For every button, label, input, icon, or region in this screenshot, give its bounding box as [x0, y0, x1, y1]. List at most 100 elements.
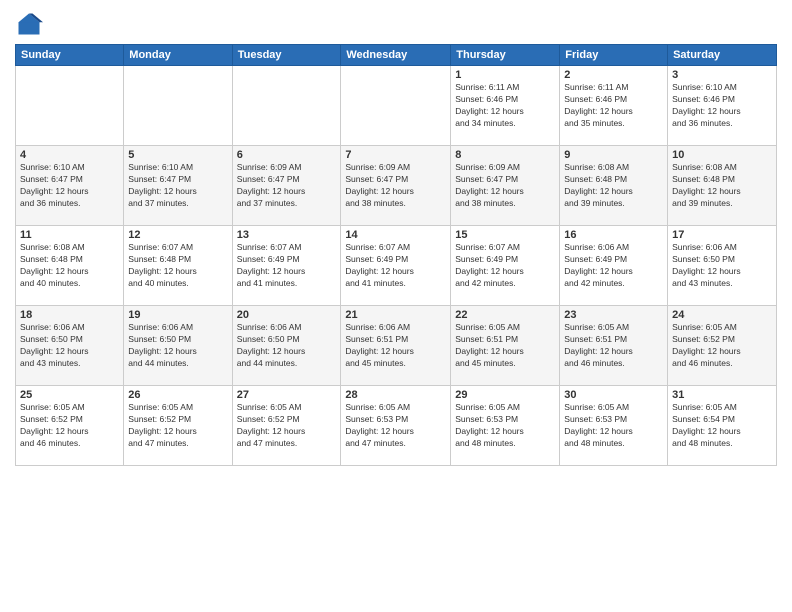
day-number: 12	[128, 229, 227, 241]
day-info: Sunrise: 6:07 AM Sunset: 6:48 PM Dayligh…	[128, 242, 227, 290]
day-info: Sunrise: 6:07 AM Sunset: 6:49 PM Dayligh…	[345, 242, 446, 290]
day-info: Sunrise: 6:09 AM Sunset: 6:47 PM Dayligh…	[455, 162, 555, 210]
day-cell: 2Sunrise: 6:11 AM Sunset: 6:46 PM Daylig…	[560, 66, 668, 146]
day-cell: 14Sunrise: 6:07 AM Sunset: 6:49 PM Dayli…	[341, 226, 451, 306]
day-number: 6	[237, 149, 337, 161]
day-cell: 20Sunrise: 6:06 AM Sunset: 6:50 PM Dayli…	[232, 306, 341, 386]
day-number: 17	[672, 229, 772, 241]
day-cell: 25Sunrise: 6:05 AM Sunset: 6:52 PM Dayli…	[16, 386, 124, 466]
day-cell: 5Sunrise: 6:10 AM Sunset: 6:47 PM Daylig…	[124, 146, 232, 226]
day-cell: 24Sunrise: 6:05 AM Sunset: 6:52 PM Dayli…	[668, 306, 777, 386]
week-row-1: 1Sunrise: 6:11 AM Sunset: 6:46 PM Daylig…	[16, 66, 777, 146]
day-cell	[341, 66, 451, 146]
day-info: Sunrise: 6:11 AM Sunset: 6:46 PM Dayligh…	[455, 82, 555, 130]
day-number: 10	[672, 149, 772, 161]
day-cell: 9Sunrise: 6:08 AM Sunset: 6:48 PM Daylig…	[560, 146, 668, 226]
day-info: Sunrise: 6:08 AM Sunset: 6:48 PM Dayligh…	[564, 162, 663, 210]
day-number: 21	[345, 309, 446, 321]
day-number: 24	[672, 309, 772, 321]
logo	[15, 10, 47, 38]
day-number: 22	[455, 309, 555, 321]
day-cell: 3Sunrise: 6:10 AM Sunset: 6:46 PM Daylig…	[668, 66, 777, 146]
day-info: Sunrise: 6:05 AM Sunset: 6:52 PM Dayligh…	[20, 402, 119, 450]
day-cell: 29Sunrise: 6:05 AM Sunset: 6:53 PM Dayli…	[451, 386, 560, 466]
week-row-3: 11Sunrise: 6:08 AM Sunset: 6:48 PM Dayli…	[16, 226, 777, 306]
calendar-table: SundayMondayTuesdayWednesdayThursdayFrid…	[15, 44, 777, 466]
day-number: 29	[455, 389, 555, 401]
day-info: Sunrise: 6:11 AM Sunset: 6:46 PM Dayligh…	[564, 82, 663, 130]
day-cell: 10Sunrise: 6:08 AM Sunset: 6:48 PM Dayli…	[668, 146, 777, 226]
weekday-header-sunday: Sunday	[16, 45, 124, 66]
day-number: 5	[128, 149, 227, 161]
day-number: 27	[237, 389, 337, 401]
day-number: 26	[128, 389, 227, 401]
header	[15, 10, 777, 38]
day-info: Sunrise: 6:05 AM Sunset: 6:53 PM Dayligh…	[455, 402, 555, 450]
weekday-header-saturday: Saturday	[668, 45, 777, 66]
day-cell: 7Sunrise: 6:09 AM Sunset: 6:47 PM Daylig…	[341, 146, 451, 226]
day-info: Sunrise: 6:06 AM Sunset: 6:51 PM Dayligh…	[345, 322, 446, 370]
week-row-4: 18Sunrise: 6:06 AM Sunset: 6:50 PM Dayli…	[16, 306, 777, 386]
day-cell	[232, 66, 341, 146]
day-cell: 21Sunrise: 6:06 AM Sunset: 6:51 PM Dayli…	[341, 306, 451, 386]
day-number: 23	[564, 309, 663, 321]
day-info: Sunrise: 6:10 AM Sunset: 6:47 PM Dayligh…	[20, 162, 119, 210]
day-cell: 4Sunrise: 6:10 AM Sunset: 6:47 PM Daylig…	[16, 146, 124, 226]
weekday-header-tuesday: Tuesday	[232, 45, 341, 66]
weekday-header-thursday: Thursday	[451, 45, 560, 66]
day-cell: 26Sunrise: 6:05 AM Sunset: 6:52 PM Dayli…	[124, 386, 232, 466]
day-cell: 11Sunrise: 6:08 AM Sunset: 6:48 PM Dayli…	[16, 226, 124, 306]
day-info: Sunrise: 6:10 AM Sunset: 6:47 PM Dayligh…	[128, 162, 227, 210]
day-info: Sunrise: 6:08 AM Sunset: 6:48 PM Dayligh…	[20, 242, 119, 290]
day-number: 15	[455, 229, 555, 241]
weekday-header-friday: Friday	[560, 45, 668, 66]
day-info: Sunrise: 6:06 AM Sunset: 6:50 PM Dayligh…	[128, 322, 227, 370]
day-cell: 23Sunrise: 6:05 AM Sunset: 6:51 PM Dayli…	[560, 306, 668, 386]
day-cell: 17Sunrise: 6:06 AM Sunset: 6:50 PM Dayli…	[668, 226, 777, 306]
day-number: 25	[20, 389, 119, 401]
day-cell	[124, 66, 232, 146]
day-cell: 31Sunrise: 6:05 AM Sunset: 6:54 PM Dayli…	[668, 386, 777, 466]
day-info: Sunrise: 6:06 AM Sunset: 6:50 PM Dayligh…	[672, 242, 772, 290]
day-cell: 28Sunrise: 6:05 AM Sunset: 6:53 PM Dayli…	[341, 386, 451, 466]
day-cell: 15Sunrise: 6:07 AM Sunset: 6:49 PM Dayli…	[451, 226, 560, 306]
day-number: 28	[345, 389, 446, 401]
day-cell: 8Sunrise: 6:09 AM Sunset: 6:47 PM Daylig…	[451, 146, 560, 226]
day-info: Sunrise: 6:09 AM Sunset: 6:47 PM Dayligh…	[237, 162, 337, 210]
day-cell: 27Sunrise: 6:05 AM Sunset: 6:52 PM Dayli…	[232, 386, 341, 466]
day-info: Sunrise: 6:05 AM Sunset: 6:52 PM Dayligh…	[128, 402, 227, 450]
day-info: Sunrise: 6:07 AM Sunset: 6:49 PM Dayligh…	[237, 242, 337, 290]
day-cell: 19Sunrise: 6:06 AM Sunset: 6:50 PM Dayli…	[124, 306, 232, 386]
day-info: Sunrise: 6:05 AM Sunset: 6:54 PM Dayligh…	[672, 402, 772, 450]
day-cell	[16, 66, 124, 146]
day-number: 11	[20, 229, 119, 241]
day-number: 20	[237, 309, 337, 321]
day-info: Sunrise: 6:05 AM Sunset: 6:51 PM Dayligh…	[455, 322, 555, 370]
day-number: 18	[20, 309, 119, 321]
day-number: 4	[20, 149, 119, 161]
day-cell: 1Sunrise: 6:11 AM Sunset: 6:46 PM Daylig…	[451, 66, 560, 146]
day-number: 9	[564, 149, 663, 161]
day-info: Sunrise: 6:10 AM Sunset: 6:46 PM Dayligh…	[672, 82, 772, 130]
page: SundayMondayTuesdayWednesdayThursdayFrid…	[0, 0, 792, 612]
day-info: Sunrise: 6:05 AM Sunset: 6:53 PM Dayligh…	[564, 402, 663, 450]
day-number: 2	[564, 69, 663, 81]
day-number: 3	[672, 69, 772, 81]
day-info: Sunrise: 6:09 AM Sunset: 6:47 PM Dayligh…	[345, 162, 446, 210]
day-info: Sunrise: 6:05 AM Sunset: 6:52 PM Dayligh…	[237, 402, 337, 450]
day-cell: 30Sunrise: 6:05 AM Sunset: 6:53 PM Dayli…	[560, 386, 668, 466]
day-number: 14	[345, 229, 446, 241]
day-cell: 6Sunrise: 6:09 AM Sunset: 6:47 PM Daylig…	[232, 146, 341, 226]
weekday-header-row: SundayMondayTuesdayWednesdayThursdayFrid…	[16, 45, 777, 66]
week-row-5: 25Sunrise: 6:05 AM Sunset: 6:52 PM Dayli…	[16, 386, 777, 466]
day-info: Sunrise: 6:08 AM Sunset: 6:48 PM Dayligh…	[672, 162, 772, 210]
day-number: 1	[455, 69, 555, 81]
day-info: Sunrise: 6:05 AM Sunset: 6:53 PM Dayligh…	[345, 402, 446, 450]
day-cell: 18Sunrise: 6:06 AM Sunset: 6:50 PM Dayli…	[16, 306, 124, 386]
day-info: Sunrise: 6:06 AM Sunset: 6:50 PM Dayligh…	[20, 322, 119, 370]
day-number: 16	[564, 229, 663, 241]
logo-icon	[15, 10, 43, 38]
weekday-header-monday: Monday	[124, 45, 232, 66]
day-number: 7	[345, 149, 446, 161]
weekday-header-wednesday: Wednesday	[341, 45, 451, 66]
